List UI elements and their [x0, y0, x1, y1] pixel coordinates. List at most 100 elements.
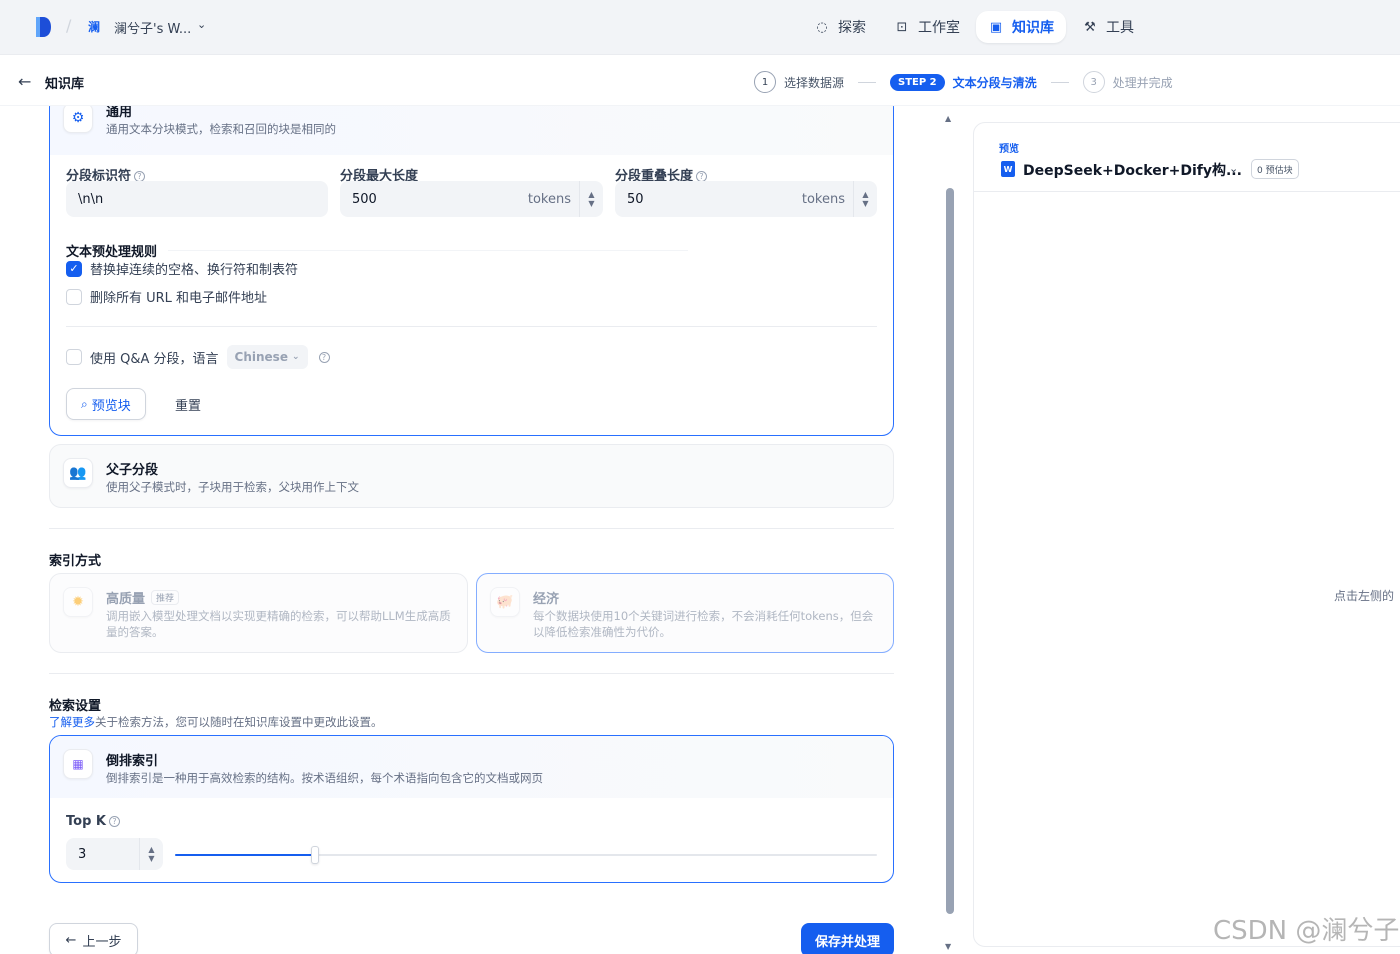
max-length-stepper[interactable]: ▲ ▼ — [579, 181, 603, 217]
grid-icon: ▦ — [63, 749, 93, 779]
topk-stepper[interactable]: ▲ ▼ — [139, 838, 163, 870]
scrollbar-thumb[interactable] — [946, 188, 954, 914]
parent-child-icon: 👥 — [63, 458, 93, 488]
hammer-icon: ⚒ — [1084, 19, 1096, 35]
inverted-index-header: ▦ 倒排索引 倒排索引是一种用于高效检索的结构。按术语组织，每个术语指向包含它的… — [50, 736, 893, 798]
preview-panel: 预览 W DeepSeek+Docker+Dify构... ⌄ 0 预估块 点击… — [973, 122, 1400, 947]
nav-explore[interactable]: ◌ 探索 — [802, 11, 878, 43]
preview-chunks-label: 预览块 — [91, 398, 131, 414]
overlap-unit: tokens — [801, 191, 845, 207]
chevron-down-icon: ⌄ — [291, 352, 300, 362]
checkbox-checked-icon[interactable]: ✓ — [66, 260, 82, 277]
index-high-quality-card[interactable]: ✹ 高质量 推荐 调用嵌入模型处理文档以实现更精确的检索，可以帮助LLM生成高质量… — [49, 573, 468, 653]
back-title[interactable]: 知识库 — [45, 73, 84, 92]
retrieval-settings-label: 检索设置 — [49, 699, 102, 714]
step-1-label: 选择数据源 — [784, 75, 845, 90]
divider — [168, 250, 688, 251]
preview-label: 预览 — [999, 144, 1019, 155]
workspace-name[interactable]: 澜兮子's W... — [114, 18, 191, 37]
book-icon: ▣ — [989, 19, 1003, 35]
document-icon: W — [1001, 161, 1015, 177]
general-segment-card[interactable]: ⚙ 通用 通用文本分块模式，检索和召回的块是相同的 分段标识符? \n\n 分段… — [49, 106, 894, 436]
parent-child-title: 父子分段 — [106, 463, 159, 478]
overlap-value: 50 — [627, 191, 644, 207]
checkbox-icon[interactable] — [66, 288, 82, 305]
delimiter-value: \n\n — [78, 191, 104, 207]
segment-settings-pane[interactable]: ⚙ 通用 通用文本分块模式，检索和召回的块是相同的 分段标识符? \n\n 分段… — [0, 106, 944, 954]
recommended-tag: 推荐 — [151, 590, 180, 605]
nav-tools[interactable]: ⚒ 工具 — [1070, 11, 1146, 43]
language-value: Chinese — [234, 350, 288, 364]
retrieval-hint-text: 关于检索方法，您可以随时在知识库设置中更改此设置。 — [95, 715, 383, 729]
topk-input[interactable]: 3 ▲ ▼ — [66, 838, 163, 870]
language-select[interactable]: Chinese ⌄ — [226, 345, 308, 369]
chevron-down-icon[interactable]: ⌄ — [1229, 162, 1238, 175]
step-2-badge: STEP 2 — [890, 73, 945, 91]
sub-header: ← 知识库 1 选择数据源 STEP 2 文本分段与清洗 3 处理并完成 — [0, 54, 1400, 106]
reset-button[interactable]: 重置 — [175, 395, 201, 414]
inverted-index-desc: 倒排索引是一种用于高效检索的结构。按术语组织，每个术语指向包含它的文档或网页 — [106, 771, 543, 785]
inverted-index-card[interactable]: ▦ 倒排索引 倒排索引是一种用于高效检索的结构。按术语组织，每个术语指向包含它的… — [49, 735, 894, 883]
general-segment-header[interactable]: ⚙ 通用 通用文本分块模式，检索和召回的块是相同的 — [50, 106, 893, 155]
step-3-label: 处理并完成 — [1112, 75, 1173, 90]
piggy-bank-icon: 🐖 — [490, 587, 520, 617]
topk-value: 3 — [78, 846, 87, 862]
checkbox-icon[interactable] — [66, 349, 82, 365]
delimiter-input[interactable]: \n\n — [66, 181, 328, 217]
nav-tools-label: 工具 — [1106, 20, 1134, 36]
divider — [66, 326, 877, 327]
nav-explore-label: 探索 — [838, 20, 866, 36]
preview-empty-hint: 点击左侧的 — [1334, 589, 1395, 603]
preview-document-title[interactable]: DeepSeek+Docker+Dify构... — [1023, 160, 1242, 180]
topk-slider-fill — [175, 854, 316, 856]
rule-replace-whitespace[interactable]: ✓ 替换掉连续的空格、换行符和制表符 — [66, 259, 298, 278]
breadcrumb-separator: / — [66, 16, 72, 35]
overlap-input[interactable]: 50 tokens ▲ ▼ — [615, 181, 877, 217]
qa-segment-option[interactable]: 使用 Q&A 分段，语言 Chinese ⌄ ? — [66, 345, 330, 369]
overlap-stepper[interactable]: ▲ ▼ — [853, 181, 877, 217]
nav-studio[interactable]: ⊡ 工作室 — [882, 11, 972, 43]
step-connector — [858, 81, 877, 83]
nav-studio-label: 工作室 — [918, 20, 960, 36]
step-connector — [1050, 81, 1069, 83]
preprocess-rules-label: 文本预处理规则 — [66, 245, 158, 260]
sparkle-icon: ✹ — [63, 587, 93, 617]
arrow-left-icon: ← — [65, 932, 77, 948]
back-arrow-icon[interactable]: ← — [18, 72, 31, 91]
top-nav-bar: / 澜 澜兮子's W... ⌄ ◌ 探索 ⊡ 工作室 ▣ 知识库 ⚒ 工具 — [0, 0, 1400, 54]
previous-step-button[interactable]: ← 上一步 — [49, 923, 138, 954]
max-length-input[interactable]: 500 tokens ▲ ▼ — [340, 181, 603, 217]
scroll-down-icon[interactable]: ▼ — [945, 942, 951, 951]
preview-chunks-button[interactable]: ⌕ 预览块 — [66, 388, 146, 420]
divider — [49, 673, 894, 674]
chevron-down-icon[interactable]: ⌄ — [197, 18, 206, 31]
general-segment-title: 通用 — [106, 106, 133, 120]
high-quality-desc: 调用嵌入模型处理文档以实现更精确的检索，可以帮助LLM生成高质量的答案。 — [106, 609, 451, 639]
topk-label-text: Top K — [66, 814, 106, 829]
learn-more-link[interactable]: 了解更多 — [49, 715, 95, 729]
high-quality-title: 高质量 推荐 — [106, 588, 180, 607]
rule-replace-whitespace-label: 替换掉连续的空格、换行符和制表符 — [90, 263, 299, 278]
divider — [49, 528, 894, 529]
topk-slider-thumb[interactable] — [311, 846, 320, 864]
parent-child-segment-card[interactable]: 👥 父子分段 使用父子模式时，子块用于检索，父块用作上下文 — [49, 444, 894, 508]
step-3-number: 3 — [1082, 71, 1105, 93]
inverted-index-title: 倒排索引 — [106, 754, 159, 769]
gear-icon: ⚙ — [63, 106, 93, 133]
rule-remove-urls[interactable]: 删除所有 URL 和电子邮件地址 — [66, 287, 267, 306]
step-1-number: 1 — [754, 71, 776, 93]
help-icon[interactable]: ? — [108, 816, 120, 827]
general-segment-desc: 通用文本分块模式，检索和召回的块是相同的 — [106, 122, 336, 136]
help-icon[interactable]: ? — [318, 351, 330, 363]
nav-knowledge[interactable]: ▣ 知识库 — [976, 11, 1066, 43]
index-economy-card[interactable]: 🐖 经济 每个数据块使用10个关键词进行检索，不会消耗任何tokens，但会以降… — [476, 573, 894, 653]
retrieval-hint: 了解更多关于检索方法，您可以随时在知识库设置中更改此设置。 — [49, 714, 383, 730]
scrollbar[interactable]: ▲ ▼ — [944, 106, 956, 954]
save-and-process-button[interactable]: 保存并处理 — [801, 923, 894, 954]
compass-icon: ◌ — [816, 19, 828, 35]
scroll-up-icon[interactable]: ▲ — [945, 114, 951, 123]
search-icon: ⌕ — [81, 396, 88, 411]
estimated-chunks-badge: 0 预估块 — [1251, 159, 1299, 179]
high-quality-title-text: 高质量 — [106, 592, 146, 607]
dify-logo-icon[interactable] — [34, 16, 52, 38]
